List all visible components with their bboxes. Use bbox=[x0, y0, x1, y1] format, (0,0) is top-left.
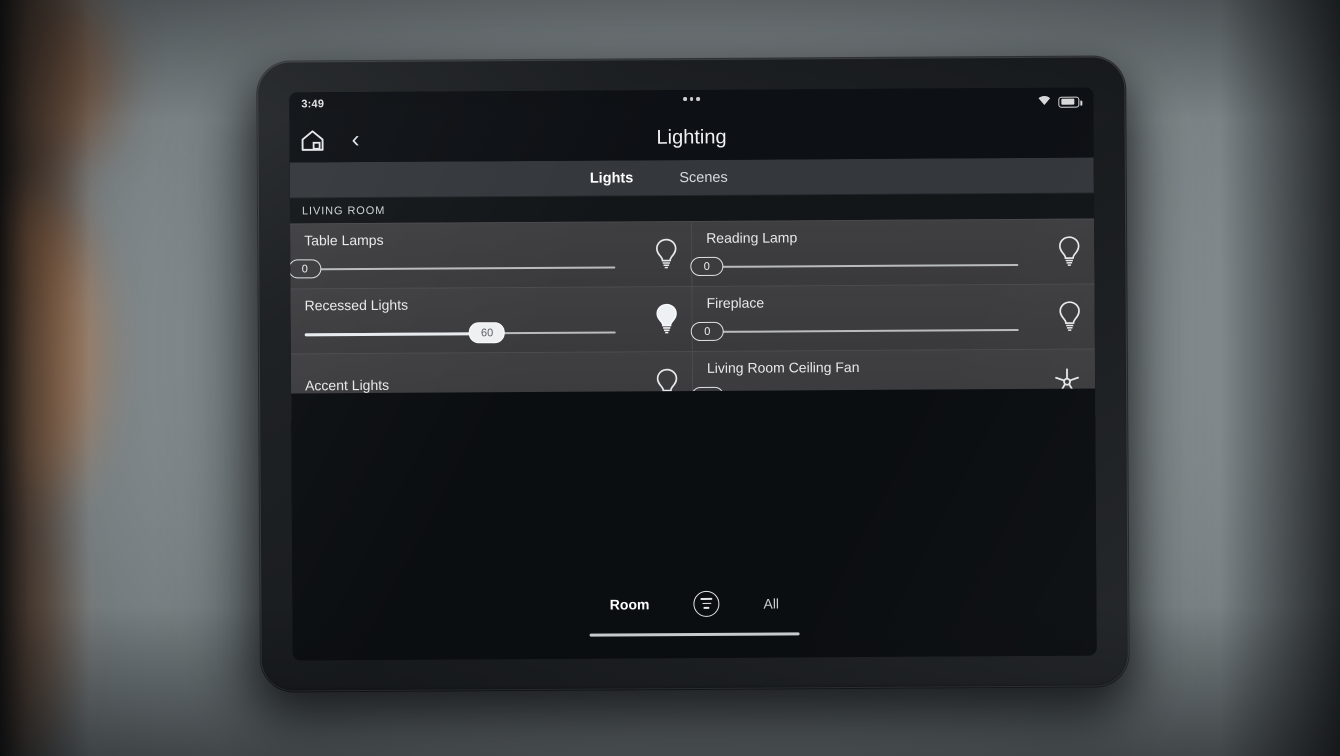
device-row-fireplace[interactable]: Fireplace 0 bbox=[690, 284, 1095, 353]
slider-thumb[interactable]: 0 bbox=[690, 322, 724, 342]
more-dots-icon[interactable] bbox=[683, 96, 700, 101]
status-time: 3:49 bbox=[301, 98, 325, 111]
slider-track bbox=[304, 266, 616, 271]
bottom-controls-row: Room All bbox=[610, 590, 779, 617]
battery-icon bbox=[1058, 96, 1080, 108]
device-name: Reading Lamp bbox=[706, 229, 798, 246]
navigation-bar: ‹ Lighting bbox=[289, 113, 1094, 163]
content-empty-area: Room All bbox=[291, 388, 1097, 661]
device-name: Accent Lights bbox=[305, 377, 390, 394]
background-blur-object bbox=[0, 185, 95, 515]
device-name: Fireplace bbox=[706, 294, 765, 311]
tab-lights[interactable]: Lights bbox=[590, 170, 634, 186]
home-icon[interactable] bbox=[299, 128, 325, 152]
background-blur-object bbox=[0, 470, 60, 756]
brightness-slider[interactable]: 0 bbox=[690, 320, 1019, 342]
brightness-slider[interactable]: 0 bbox=[289, 258, 616, 280]
device-name: Living Room Ceiling Fan bbox=[706, 358, 860, 376]
device-row-recessed-lights[interactable]: Recessed Lights 60 bbox=[290, 287, 693, 355]
bottom-label-room[interactable]: Room bbox=[610, 596, 650, 612]
bottom-control-bar: Room All bbox=[292, 588, 1096, 638]
slider-track bbox=[706, 264, 1019, 269]
slider-thumb[interactable]: 0 bbox=[289, 259, 322, 279]
back-button[interactable]: ‹ bbox=[351, 126, 359, 153]
bottom-label-all[interactable]: All bbox=[763, 595, 779, 611]
page-title: Lighting bbox=[656, 126, 727, 149]
filter-lines-icon[interactable] bbox=[693, 590, 720, 617]
tablet-device: 3:49 ‹ Lighting Lights Scenes LIVING ROO… bbox=[256, 55, 1130, 693]
bulb-filled-icon[interactable] bbox=[654, 302, 680, 336]
wifi-icon bbox=[1037, 93, 1051, 111]
bulb-outline-icon[interactable] bbox=[1056, 235, 1082, 269]
device-row-table-lamps[interactable]: Table Lamps 0 bbox=[289, 222, 693, 290]
slider-track bbox=[706, 329, 1019, 334]
tab-bar: Lights Scenes bbox=[289, 157, 1094, 199]
status-icons bbox=[1037, 93, 1080, 111]
home-indicator[interactable] bbox=[589, 631, 800, 637]
device-name: Recessed Lights bbox=[304, 296, 409, 314]
tablet-screen: 3:49 ‹ Lighting Lights Scenes LIVING ROO… bbox=[289, 87, 1097, 661]
brightness-slider[interactable]: 0 bbox=[690, 255, 1019, 277]
brightness-slider[interactable]: 60 bbox=[304, 322, 616, 345]
slider-thumb[interactable]: 0 bbox=[690, 257, 724, 277]
device-row-reading-lamp[interactable]: Reading Lamp 0 bbox=[690, 219, 1095, 288]
slider-thumb[interactable]: 60 bbox=[469, 322, 506, 344]
bulb-outline-icon[interactable] bbox=[1057, 300, 1083, 334]
device-name: Table Lamps bbox=[304, 231, 384, 249]
bulb-outline-icon[interactable] bbox=[653, 237, 679, 271]
scene-background: 3:49 ‹ Lighting Lights Scenes LIVING ROO… bbox=[0, 0, 1340, 756]
tab-scenes[interactable]: Scenes bbox=[679, 169, 727, 185]
slider-track-fill bbox=[304, 332, 486, 337]
